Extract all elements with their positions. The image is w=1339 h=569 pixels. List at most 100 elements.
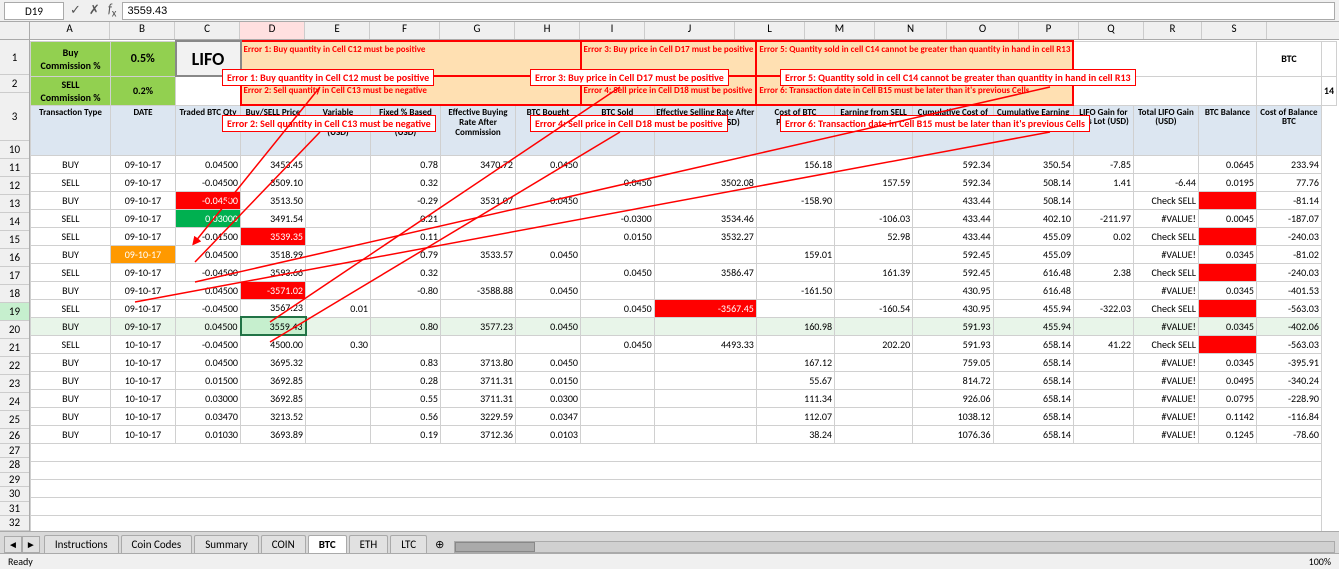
cell-F13[interactable]: 0.21 (371, 209, 441, 227)
cell-B15-error[interactable]: 09-10-17 (111, 245, 176, 263)
cell-R21[interactable]: 0.0345 (1198, 353, 1256, 371)
cell-H17[interactable]: 0.0450 (516, 281, 581, 299)
formula-cancel-icon[interactable]: ✗ (87, 3, 102, 18)
cell-H19[interactable]: 0.0450 (516, 317, 581, 335)
cell-N22[interactable]: 814.72 (913, 371, 993, 389)
cell-H11[interactable] (516, 173, 581, 191)
cell-S15[interactable]: -81.02 (1256, 245, 1321, 263)
cell-L16[interactable] (756, 263, 834, 281)
cell-N19[interactable]: 591.93 (913, 317, 993, 335)
col-header-R[interactable]: R (1144, 22, 1202, 39)
cell-R20-error[interactable] (1198, 335, 1256, 353)
cell-F18[interactable] (371, 299, 441, 317)
col-header-L[interactable]: L (735, 22, 805, 39)
cell-J18-error[interactable]: -3567.45 (654, 299, 756, 317)
formula-checkmark-icon[interactable]: ✓ (68, 3, 83, 18)
cell-H22[interactable]: 0.0150 (516, 371, 581, 389)
cell-I12[interactable] (581, 191, 655, 209)
cell-B1[interactable]: 0.5% (111, 41, 176, 76)
tab-summary[interactable]: Summary (194, 535, 259, 553)
cell-D25[interactable]: 3693.89 (241, 425, 306, 443)
cell-G11[interactable] (441, 173, 516, 191)
cell-I22[interactable] (581, 371, 655, 389)
cell-G21[interactable]: 3713.80 (441, 353, 516, 371)
cell-C25[interactable]: 0.01030 (176, 425, 241, 443)
cell-D24[interactable]: 3213.52 (241, 407, 306, 425)
cell-L15[interactable]: 159.01 (756, 245, 834, 263)
cell-L13[interactable] (756, 209, 834, 227)
cell-H12[interactable]: -0.0450 (516, 191, 581, 209)
cell-M24[interactable] (835, 407, 913, 425)
cell-C12-error[interactable]: -0.04500 (176, 191, 241, 209)
cell-O14[interactable]: 455.09 (993, 227, 1073, 245)
cell-A2[interactable]: SELLCommission % (31, 76, 111, 105)
cell-M14[interactable]: 52.98 (835, 227, 913, 245)
cell-N25[interactable]: 1076.36 (913, 425, 993, 443)
cell-F25[interactable]: 0.19 (371, 425, 441, 443)
cell-B16[interactable]: 09-10-17 (111, 263, 176, 281)
col-header-O[interactable]: O (947, 22, 1019, 39)
col-header-M[interactable]: M (805, 22, 875, 39)
cell-M16[interactable]: 161.39 (835, 263, 913, 281)
cell-H24[interactable]: 0.0347 (516, 407, 581, 425)
cell-F20[interactable] (371, 335, 441, 353)
col-header-P[interactable]: P (1019, 22, 1079, 39)
cell-P14[interactable]: 0.02 (1073, 227, 1133, 245)
scrollbar-thumb[interactable] (455, 542, 535, 552)
cell-J13[interactable]: 3534.46 (654, 209, 756, 227)
cell-reference-box[interactable]: D19 (4, 2, 64, 20)
cell-I25[interactable] (581, 425, 655, 443)
cell-A14[interactable]: SELL (31, 227, 111, 245)
cell-D13[interactable]: 3491.54 (241, 209, 306, 227)
cell-P20[interactable]: 41.22 (1073, 335, 1133, 353)
cell-Q15[interactable]: #VALUE! (1133, 245, 1198, 263)
horizontal-scrollbar[interactable] (454, 541, 1335, 553)
cell-Q13[interactable]: #VALUE! (1133, 209, 1198, 227)
cell-J16[interactable]: 3586.47 (654, 263, 756, 281)
cell-R24[interactable]: 0.1142 (1198, 407, 1256, 425)
cell-I19[interactable] (581, 317, 655, 335)
cell-E14[interactable] (306, 227, 371, 245)
cell-C16[interactable]: -0.04500 (176, 263, 241, 281)
cell-M15[interactable] (835, 245, 913, 263)
cell-Q19[interactable]: #VALUE! (1133, 317, 1198, 335)
cell-P23[interactable] (1073, 389, 1133, 407)
cell-I14[interactable]: 0.0150 (581, 227, 655, 245)
cell-L23[interactable]: 111.34 (756, 389, 834, 407)
cell-L25[interactable]: 38.24 (756, 425, 834, 443)
cell-Q18[interactable]: Check SELL (1133, 299, 1198, 317)
cell-A17[interactable]: BUY (31, 281, 111, 299)
cell-O13[interactable]: 402.10 (993, 209, 1073, 227)
tab-nav-left[interactable]: ◄ (4, 536, 22, 553)
cell-L24[interactable]: 112.07 (756, 407, 834, 425)
cell-P19[interactable] (1073, 317, 1133, 335)
cell-I18[interactable]: 0.0450 (581, 299, 655, 317)
cell-F16[interactable]: 0.32 (371, 263, 441, 281)
cell-M13[interactable]: -106.03 (835, 209, 913, 227)
cell-J12[interactable] (654, 191, 756, 209)
tab-ltc[interactable]: LTC (390, 535, 427, 553)
cell-B20[interactable]: 10-10-17 (111, 335, 176, 353)
cell-R14-error[interactable] (1198, 227, 1256, 245)
cell-A1[interactable]: BuyCommission % (31, 41, 111, 76)
cell-A19[interactable]: BUY (31, 317, 111, 335)
cell-B21[interactable]: 10-10-17 (111, 353, 176, 371)
cell-R19[interactable]: 0.0345 (1198, 317, 1256, 335)
cell-O20[interactable]: 658.14 (993, 335, 1073, 353)
cell-H18[interactable] (516, 299, 581, 317)
cell-A15[interactable]: BUY (31, 245, 111, 263)
cell-D21[interactable]: 3695.32 (241, 353, 306, 371)
cell-D11[interactable]: 3509.10 (241, 173, 306, 191)
cell-Q16[interactable]: Check SELL (1133, 263, 1198, 281)
cell-L18[interactable] (756, 299, 834, 317)
cell-G20[interactable] (441, 335, 516, 353)
cell-S18[interactable]: -563.03 (1256, 299, 1321, 317)
cell-B25[interactable]: 10-10-17 (111, 425, 176, 443)
cell-B23[interactable]: 10-10-17 (111, 389, 176, 407)
cell-L20[interactable] (756, 335, 834, 353)
cell-B12[interactable]: 09-10-17 (111, 191, 176, 209)
cell-R22[interactable]: 0.0495 (1198, 371, 1256, 389)
cell-G12[interactable]: 3531.07 (441, 191, 516, 209)
cell-R12-error[interactable] (1198, 191, 1256, 209)
cell-C22[interactable]: 0.01500 (176, 371, 241, 389)
